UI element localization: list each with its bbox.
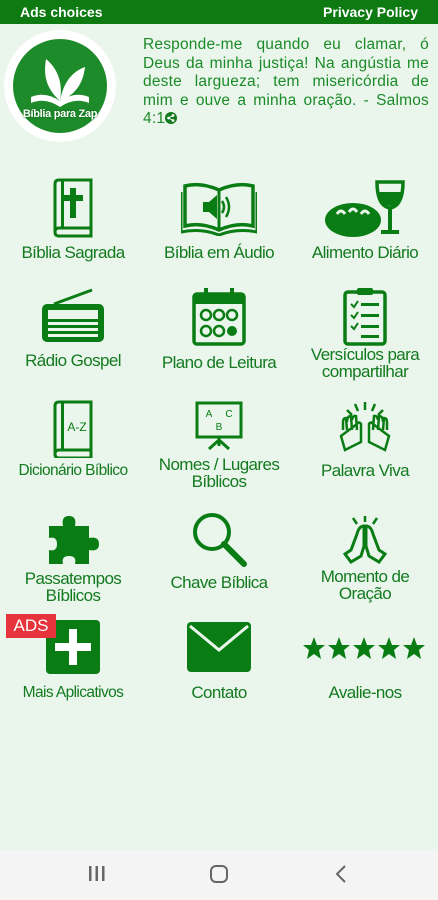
stars-icon: [292, 636, 438, 662]
menu-item-label: Mais Aplicativos: [22, 684, 124, 701]
envelope-icon: [146, 622, 292, 672]
menu-item-label: Chave Bíblica: [170, 573, 268, 592]
svg-text:C: C: [225, 409, 232, 420]
ads-badge: ADS: [6, 614, 56, 638]
dictionary-icon: A-Z: [0, 400, 146, 458]
label-line: Momento de: [320, 567, 410, 586]
label-line: Bíblicos: [191, 472, 247, 491]
praying-hands-icon: [292, 510, 438, 564]
menu-item-label: Contato: [191, 683, 247, 702]
radio-icon: [0, 288, 146, 344]
menu-item-label: Bíblia Sagrada: [21, 243, 125, 262]
menu-item-label: Palavra Viva: [321, 461, 410, 480]
menu-item-contato[interactable]: Contato: [146, 616, 292, 706]
menu-item-label: Passatempos Bíblicos: [0, 570, 146, 604]
menu-item-label: Momento de Oração: [292, 568, 438, 602]
system-nav-bar: [0, 850, 438, 900]
svg-text:A-Z: A-Z: [67, 420, 86, 434]
menu-item-avalie-nos[interactable]: Avalie-nos: [292, 616, 438, 706]
praise-hands-icon: [292, 400, 438, 454]
menu-item-label: Nomes / Lugares Bíblicos: [146, 456, 292, 490]
calendar-icon: [146, 288, 292, 346]
bread-wine-icon: [292, 178, 438, 238]
menu-item-radio-gospel[interactable]: Rádio Gospel: [0, 286, 146, 386]
menu-item-nomes-lugares[interactable]: A C B Nomes / Lugares Bíblicos: [146, 396, 292, 496]
svg-text:A: A: [206, 409, 213, 420]
label-line: Nomes / Lugares: [158, 455, 280, 474]
menu-item-label: Versículos para compartilhar: [292, 346, 438, 380]
menu-item-label: Rádio Gospel: [25, 351, 121, 370]
checklist-icon: [292, 288, 438, 346]
menu-grid: Bíblia Sagrada Bíblia em Áudio Alimento …: [0, 0, 438, 900]
home-icon[interactable]: [209, 864, 229, 889]
menu-item-biblia-sagrada[interactable]: Bíblia Sagrada: [0, 172, 146, 272]
menu-item-palavra-viva[interactable]: Palavra Viva: [292, 396, 438, 496]
bible-cross-icon: [0, 178, 146, 238]
puzzle-icon: [0, 512, 146, 568]
recents-icon[interactable]: [88, 864, 106, 889]
menu-item-label: Alimento Diário: [311, 243, 419, 262]
menu-item-label: Plano de Leitura: [161, 353, 277, 372]
menu-item-label: Dicionário Bíblico: [18, 462, 129, 479]
whiteboard-icon: A C B: [146, 400, 292, 450]
label-line: Passatempos: [24, 569, 122, 588]
svg-text:B: B: [216, 422, 223, 433]
menu-item-momento-oracao[interactable]: Momento de Oração: [292, 508, 438, 608]
menu-item-plano-leitura[interactable]: Plano de Leitura: [146, 286, 292, 386]
label-line: Versículos para: [310, 345, 420, 364]
label-line: Oração: [338, 584, 392, 603]
menu-item-versiculos[interactable]: Versículos para compartilhar: [292, 286, 438, 386]
menu-item-label: Bíblia em Áudio: [163, 243, 275, 262]
menu-item-alimento-diario[interactable]: Alimento Diário: [292, 172, 438, 272]
menu-item-passatempos[interactable]: Passatempos Bíblicos: [0, 508, 146, 608]
magnifier-icon: [146, 510, 292, 568]
menu-item-dicionario[interactable]: A-Z Dicionário Bíblico: [0, 396, 146, 496]
menu-item-label: Avalie-nos: [328, 683, 402, 702]
label-line: Bíblicos: [45, 586, 101, 605]
menu-item-chave-biblica[interactable]: Chave Bíblica: [146, 508, 292, 608]
label-line: compartilhar: [321, 362, 409, 381]
audio-book-icon: [146, 180, 292, 236]
menu-item-biblia-audio[interactable]: Bíblia em Áudio: [146, 172, 292, 272]
back-icon[interactable]: [334, 864, 348, 889]
